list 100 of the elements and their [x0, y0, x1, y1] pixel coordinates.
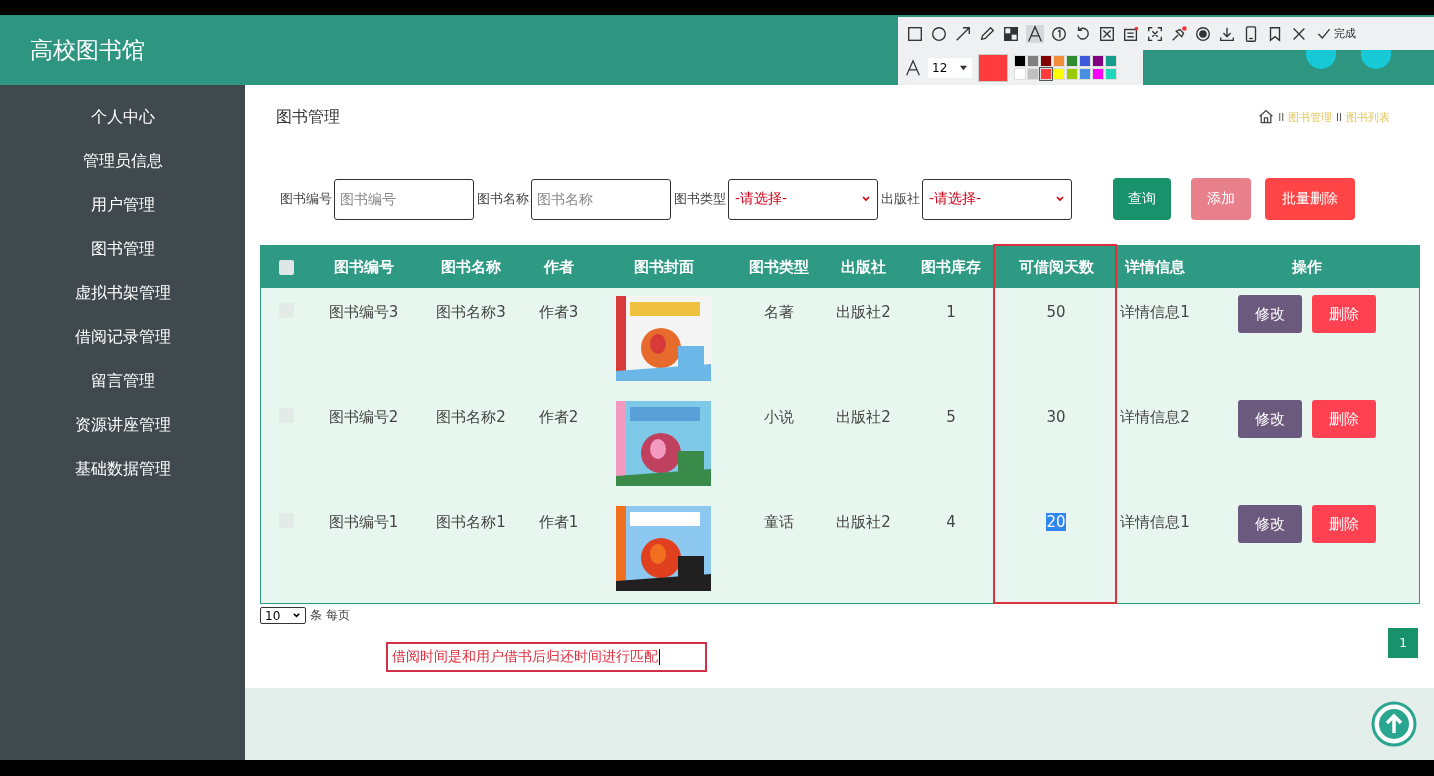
table-cell: 详情信息2 [1120, 408, 1190, 427]
arrow-icon[interactable] [954, 24, 972, 43]
done-button[interactable]: 完成 [1316, 25, 1356, 42]
select-field[interactable]: -请选择- [728, 178, 878, 220]
table-cell: 图书名称1 [436, 513, 506, 532]
caret-icon [1055, 194, 1065, 204]
color-swatch[interactable] [1014, 55, 1026, 67]
edit-button[interactable]: 修改 [1237, 505, 1302, 543]
table-cell: 小说 [763, 408, 794, 427]
app-title: 高校图书馆 [30, 35, 145, 65]
input-field[interactable]: 图书名称 [531, 178, 671, 220]
batch-delete-button[interactable]: 批量删除 [1265, 178, 1355, 220]
color-swatch[interactable] [1105, 55, 1117, 67]
edit-button[interactable]: 修改 [1237, 295, 1302, 333]
sidebar-item[interactable]: 借阅记录管理 [74, 325, 171, 349]
rectangle-icon[interactable] [906, 24, 924, 43]
table-cell: 图书编号1 [328, 513, 399, 532]
caret-icon [861, 194, 871, 204]
column-header: 图书编号 [333, 257, 394, 277]
select-all-checkbox[interactable] [278, 259, 294, 275]
table-cell: 图书编号3 [328, 303, 399, 322]
color-swatch[interactable] [1092, 55, 1104, 67]
table-cell: 详情信息1 [1120, 303, 1190, 322]
table-cell: 出版社2 [836, 303, 891, 322]
delete-button[interactable]: 删除 [1311, 400, 1376, 438]
table-cell: 出版社2 [836, 408, 891, 427]
color-swatch[interactable] [1040, 68, 1052, 80]
circle-icon[interactable] [930, 24, 948, 43]
numbered-circle-icon[interactable] [1050, 24, 1068, 43]
table-cell: 名著 [763, 303, 794, 322]
table-cell: 作者1 [538, 513, 579, 532]
mosaic-icon[interactable] [1002, 24, 1020, 43]
table-cell: 4 [946, 513, 956, 531]
filter-label: 图书名称 [477, 190, 529, 208]
filter-label: 图书编号 [280, 190, 332, 208]
sidebar-item[interactable]: 基础数据管理 [74, 457, 171, 481]
column-header: 图书封面 [633, 257, 694, 277]
page-button[interactable]: 1 [1388, 628, 1418, 658]
edit-button[interactable]: 修改 [1237, 400, 1302, 438]
pin-icon[interactable] [1170, 24, 1188, 43]
filter-label: 图书类型 [674, 190, 726, 208]
record-icon[interactable] [1194, 24, 1212, 43]
color-swatch[interactable] [1053, 68, 1065, 80]
color-swatch[interactable] [1027, 55, 1039, 67]
color-swatch[interactable] [1014, 68, 1026, 80]
table-cell: 50 [1046, 303, 1066, 321]
sidebar-item[interactable]: 管理员信息 [82, 149, 163, 173]
delete-button[interactable]: 删除 [1311, 505, 1376, 543]
sidebar-item[interactable]: 图书管理 [90, 237, 155, 261]
undo-icon[interactable] [1074, 24, 1092, 43]
column-header: 出版社 [841, 257, 886, 277]
color-swatch[interactable] [1027, 68, 1039, 80]
page-size-label: 条 每页 [310, 607, 350, 624]
page-title: 图书管理 [276, 106, 340, 128]
pencil-icon[interactable] [978, 24, 996, 43]
page-size-select[interactable]: 10 [260, 607, 306, 624]
font-icon [904, 58, 922, 77]
font-size-select[interactable]: 12 [928, 57, 972, 78]
table-cell: 图书名称2 [436, 408, 506, 427]
table-cell: 作者3 [538, 303, 579, 322]
caret-icon [959, 63, 968, 72]
breadcrumb-separator: II [1278, 111, 1285, 123]
color-swatch[interactable] [1105, 68, 1117, 80]
sidebar-item[interactable]: 个人中心 [90, 105, 155, 129]
color-swatch[interactable] [1079, 55, 1091, 67]
annotation-text-box: 借阅时间是和用户借书后归还时间进行匹配 [386, 642, 707, 672]
column-header: 图书库存 [921, 257, 981, 277]
caret-icon [292, 611, 301, 620]
delete-button[interactable]: 删除 [1311, 295, 1376, 333]
sidebar-item[interactable]: 资源讲座管理 [74, 413, 171, 437]
color-swatch[interactable] [1079, 68, 1091, 80]
table-cell: 图书编号2 [328, 408, 399, 427]
table-cell: 30 [1046, 408, 1066, 426]
column-header: 操作 [1291, 257, 1322, 277]
table-cell: 20 [1046, 513, 1066, 531]
column-header: 详情信息 [1125, 257, 1185, 277]
filter-label: 出版社 [881, 190, 920, 208]
table-cell: 详情信息1 [1120, 513, 1190, 532]
input-field[interactable]: 图书编号 [334, 178, 474, 220]
table-cell: 作者2 [538, 408, 579, 427]
home-icon[interactable] [1258, 109, 1275, 125]
color-swatch[interactable] [1066, 68, 1078, 80]
back-to-top-icon[interactable] [1370, 700, 1418, 748]
column-header: 图书名称 [441, 257, 501, 277]
table-cell: 5 [946, 408, 956, 426]
column-header: 作者 [543, 257, 574, 277]
color-swatch[interactable] [1040, 55, 1052, 67]
current-color-swatch [978, 53, 1008, 82]
sidebar-item[interactable]: 用户管理 [90, 193, 155, 217]
color-swatch[interactable] [1053, 55, 1065, 67]
scan-icon[interactable] [1122, 24, 1140, 43]
sidebar-item[interactable]: 留言管理 [90, 369, 155, 393]
crop-icon[interactable] [1146, 24, 1164, 43]
sidebar-item[interactable]: 虚拟书架管理 [74, 281, 171, 305]
table-cell: 图书名称3 [436, 303, 506, 322]
color-swatch[interactable] [1092, 68, 1104, 80]
letter-icon[interactable] [1026, 24, 1044, 43]
select-field[interactable]: -请选择- [922, 178, 1072, 220]
color-swatch[interactable] [1066, 55, 1078, 67]
search-button[interactable]: 查询 [1113, 178, 1171, 220]
